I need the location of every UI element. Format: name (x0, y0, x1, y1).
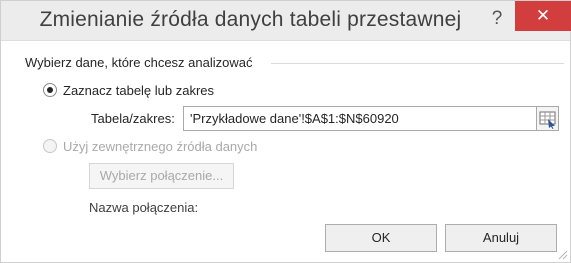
title-bar[interactable]: Zmienianie źródła danych tabeli przestaw… (1, 1, 571, 41)
ok-button[interactable]: OK (325, 224, 437, 252)
dialog-window: Zmienianie źródła danych tabeli przestaw… (0, 0, 571, 263)
resize-grip-icon[interactable] (556, 248, 568, 260)
choose-connection-button[interactable]: Wybierz połączenie... (89, 163, 234, 189)
collapse-dialog-button[interactable] (536, 106, 559, 131)
dialog-title: Zmienianie źródła danych tabeli przestaw… (39, 8, 462, 31)
radio-external-source[interactable] (43, 139, 57, 153)
group-divider (271, 63, 564, 64)
radio-table-range[interactable] (43, 83, 57, 97)
range-field-label: Tabela/zakres: (91, 111, 175, 126)
radio-table-range-label[interactable]: Zaznacz tabelę lub zakres (63, 83, 214, 98)
radio-external-source-label[interactable]: Użyj zewnętrznego źródła danych (63, 139, 257, 154)
help-button[interactable]: ? (479, 3, 515, 37)
cancel-button[interactable]: Anuluj (445, 224, 557, 252)
connection-name-label: Nazwa połączenia: (89, 200, 199, 215)
range-input[interactable] (183, 106, 537, 131)
range-selector-icon (539, 111, 556, 129)
radio-selected-dot (47, 87, 53, 93)
group-label: Wybierz dane, które chcesz analizować (25, 55, 261, 70)
close-icon: ✕ (535, 6, 551, 25)
close-button[interactable]: ✕ (515, 1, 571, 31)
